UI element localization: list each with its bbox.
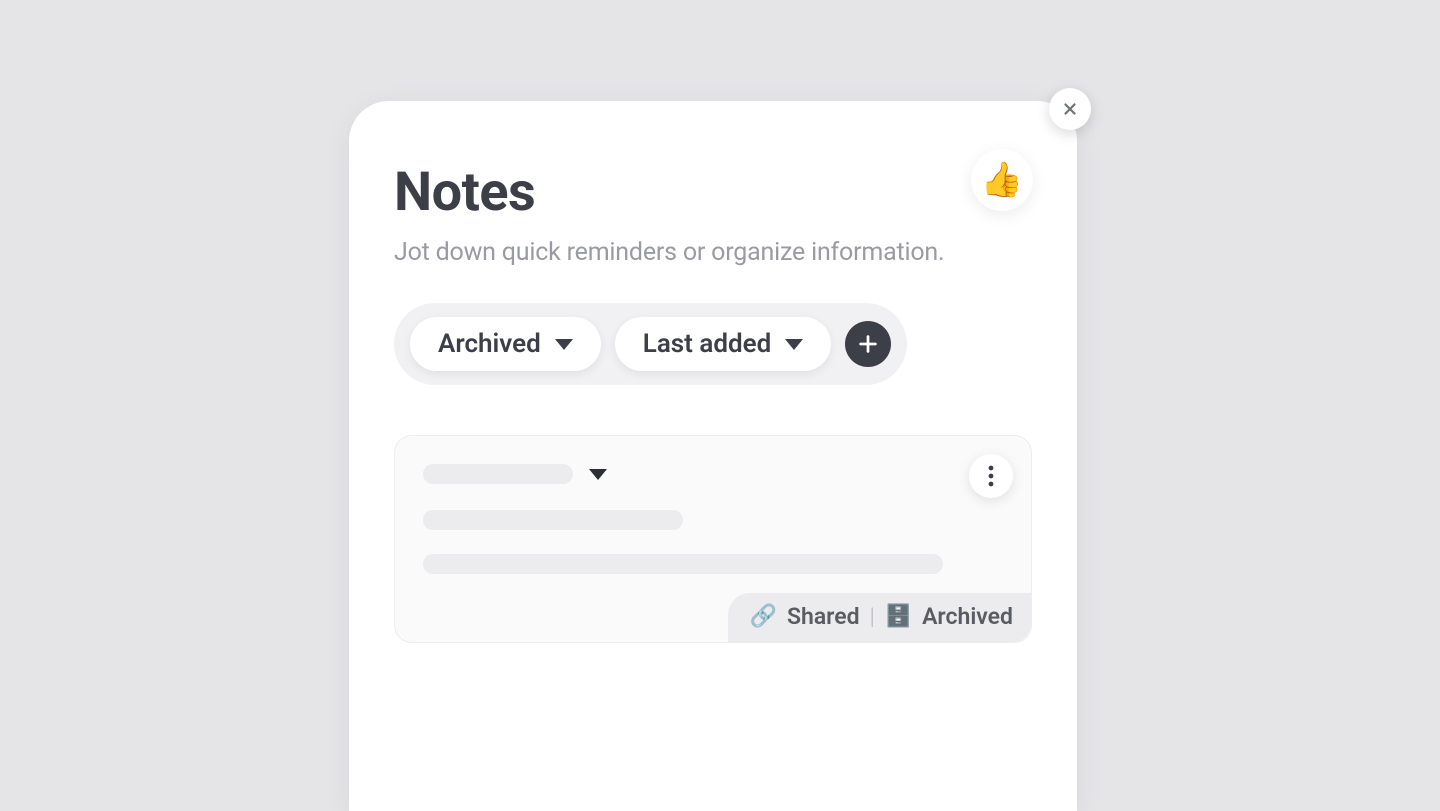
archive-icon: 🗄️ [885,604,912,629]
note-line-placeholder [423,554,943,574]
chevron-down-icon [589,469,607,480]
filter-status-dropdown[interactable]: Archived [410,317,601,371]
link-icon: 🔗 [750,604,777,629]
note-card: 🔗 Shared | 🗄️ Archived [394,435,1032,643]
filter-bar: Archived Last added [394,303,907,385]
chevron-down-icon [785,339,803,350]
badge-separator: | [870,603,875,630]
close-icon [1061,100,1079,118]
close-button[interactable] [1049,88,1091,130]
page-title: Notes [394,161,1032,224]
archived-badge-label: Archived [922,603,1013,630]
notes-panel: 👍 Notes Jot down quick reminders or orga… [349,101,1077,811]
page-subtitle: Jot down quick reminders or organize inf… [394,238,1032,267]
more-vertical-icon [988,465,994,487]
note-title-placeholder [423,464,573,484]
filter-sort-dropdown[interactable]: Last added [615,317,831,371]
thumbs-up-icon: 👍 [981,160,1023,200]
reaction-button[interactable]: 👍 [971,149,1033,211]
chevron-down-icon [555,339,573,350]
note-badges: 🔗 Shared | 🗄️ Archived [728,593,1031,642]
note-line-placeholder [423,510,683,530]
plus-icon [857,333,879,355]
shared-badge-label: Shared [787,603,860,630]
add-note-button[interactable] [845,321,891,367]
filter-status-label: Archived [438,329,541,359]
filter-sort-label: Last added [643,329,771,359]
note-more-button[interactable] [969,454,1013,498]
